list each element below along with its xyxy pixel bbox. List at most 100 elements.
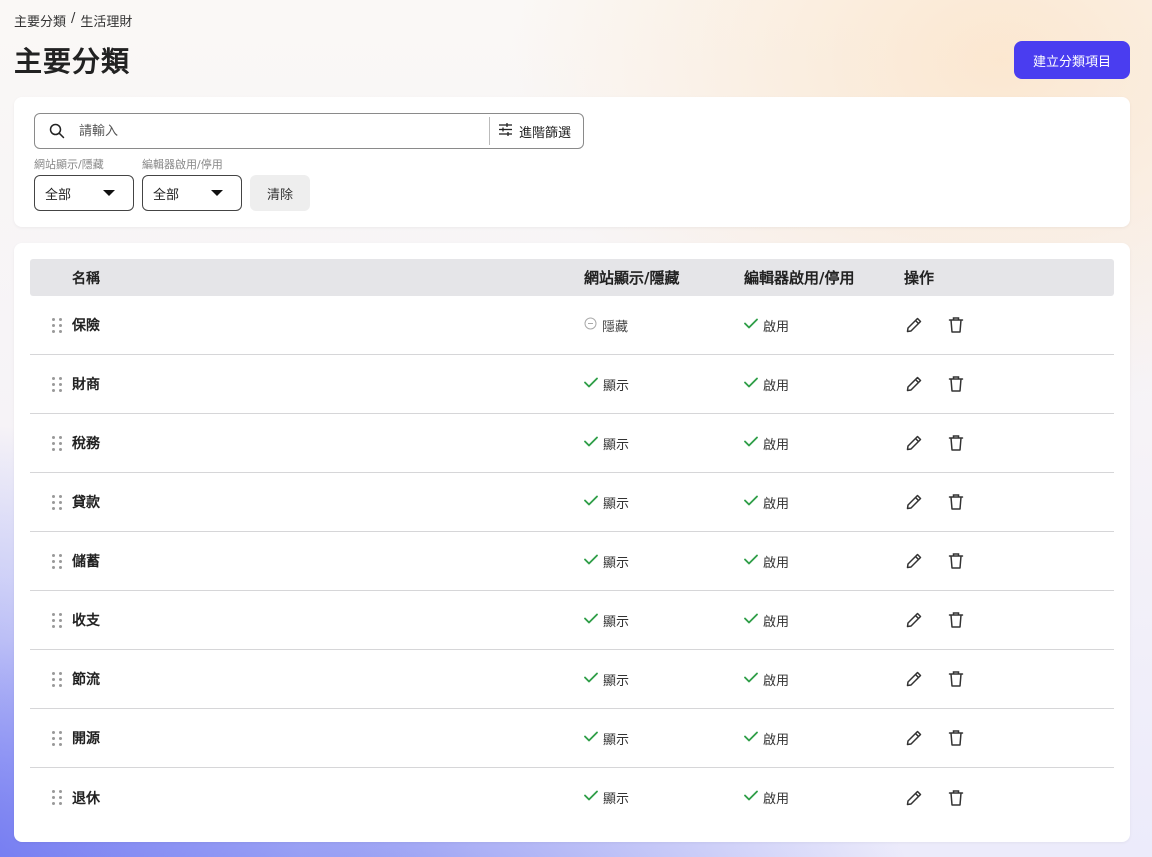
- editor-status-text: 啟用: [763, 614, 790, 630]
- drag-handle-icon[interactable]: [30, 730, 72, 746]
- category-name: 退休: [72, 790, 100, 807]
- breadcrumb-current: 生活理財: [80, 15, 133, 30]
- edit-pencil-icon[interactable]: [904, 374, 924, 394]
- category-name: 稅務: [72, 436, 100, 452]
- editor-status: 啟用: [744, 552, 904, 571]
- editor-status-text: 啟用: [763, 378, 790, 394]
- delete-trash-icon[interactable]: [946, 610, 966, 630]
- delete-trash-icon[interactable]: [946, 788, 966, 808]
- table-row: 收支 顯示 啟用: [30, 591, 1114, 650]
- delete-trash-icon[interactable]: [946, 728, 966, 748]
- visibility-status-text: 顯示: [603, 732, 630, 748]
- visibility-select[interactable]: 全部: [34, 175, 134, 211]
- table-header: 名稱 網站顯示/隱藏 編輯器啟用/停用 操作: [30, 259, 1114, 296]
- visibility-status-text: 顯示: [603, 496, 630, 512]
- visibility-status: 顯示: [584, 670, 744, 689]
- page-title: 主要分類: [14, 45, 131, 78]
- category-name: 收支: [72, 613, 100, 629]
- filter-panel: 進階篩選 網站顯示/隱藏 全部 編輯器啟用/停用 全部 清除: [14, 97, 1130, 227]
- table-row: 開源 顯示 啟用: [30, 709, 1114, 768]
- table-row: 節流 顯示 啟用: [30, 650, 1114, 709]
- visibility-status: 顯示: [584, 788, 744, 807]
- editor-status-text: 啟用: [763, 319, 790, 335]
- table-row: 財商 顯示 啟用: [30, 355, 1114, 414]
- editor-status: 啟用: [744, 670, 904, 689]
- row-actions: [904, 374, 966, 394]
- visibility-select-value: 全部: [45, 187, 72, 203]
- editor-status: 啟用: [744, 316, 904, 335]
- clear-filters-button[interactable]: 清除: [250, 175, 310, 211]
- check-icon: [584, 554, 598, 569]
- drag-handle-icon[interactable]: [30, 612, 72, 628]
- drag-handle-icon[interactable]: [30, 435, 72, 451]
- editor-status-text: 啟用: [763, 732, 790, 748]
- header-visibility: 網站顯示/隱藏: [584, 269, 680, 287]
- edit-pencil-icon[interactable]: [904, 551, 924, 571]
- delete-trash-icon[interactable]: [946, 374, 966, 394]
- visibility-status: 顯示: [584, 493, 744, 512]
- editor-select-value: 全部: [153, 187, 180, 203]
- editor-status: 啟用: [744, 434, 904, 453]
- visibility-status-text: 顯示: [603, 555, 630, 571]
- drag-handle-icon[interactable]: [30, 671, 72, 687]
- edit-pencil-icon[interactable]: [904, 315, 924, 335]
- drag-handle-icon[interactable]: [30, 553, 72, 569]
- edit-pencil-icon[interactable]: [904, 728, 924, 748]
- delete-trash-icon[interactable]: [946, 551, 966, 571]
- check-icon: [584, 613, 598, 628]
- check-icon: [584, 377, 598, 392]
- hidden-circle-icon: [584, 317, 597, 334]
- table-row: 稅務 顯示 啟用: [30, 414, 1114, 473]
- create-category-button[interactable]: 建立分類項目: [1014, 41, 1130, 79]
- drag-handle-icon[interactable]: [30, 376, 72, 392]
- edit-pencil-icon[interactable]: [904, 610, 924, 630]
- check-icon: [584, 731, 598, 746]
- sliders-icon: [498, 122, 513, 140]
- edit-pencil-icon[interactable]: [904, 492, 924, 512]
- check-icon: [744, 436, 758, 451]
- breadcrumb-parent-link[interactable]: 主要分類: [14, 11, 66, 30]
- check-icon: [584, 672, 598, 687]
- check-icon: [584, 495, 598, 510]
- delete-trash-icon[interactable]: [946, 492, 966, 512]
- edit-pencil-icon[interactable]: [904, 669, 924, 689]
- row-actions: [904, 315, 966, 335]
- header-actions: 操作: [904, 269, 935, 287]
- category-name: 保險: [72, 318, 100, 334]
- check-icon: [584, 790, 598, 805]
- editor-status-text: 啟用: [763, 437, 790, 453]
- editor-status-text: 啟用: [763, 792, 790, 807]
- visibility-status-text: 顯示: [603, 792, 630, 807]
- delete-trash-icon[interactable]: [946, 669, 966, 689]
- drag-handle-icon[interactable]: [30, 317, 72, 333]
- visibility-status: 隱藏: [584, 316, 744, 335]
- editor-status: 啟用: [744, 611, 904, 630]
- search-input[interactable]: [79, 114, 489, 148]
- delete-trash-icon[interactable]: [946, 433, 966, 453]
- edit-pencil-icon[interactable]: [904, 788, 924, 808]
- category-name: 開源: [72, 731, 100, 747]
- check-icon: [584, 436, 598, 451]
- check-icon: [744, 672, 758, 687]
- row-actions: [904, 551, 966, 571]
- check-icon: [744, 318, 758, 333]
- drag-handle-icon[interactable]: [30, 790, 72, 805]
- category-name: 儲蓄: [72, 554, 100, 570]
- editor-status: 啟用: [744, 788, 904, 807]
- edit-pencil-icon[interactable]: [904, 433, 924, 453]
- delete-trash-icon[interactable]: [946, 315, 966, 335]
- check-icon: [744, 790, 758, 805]
- visibility-filter: 網站顯示/隱藏 全部: [34, 157, 134, 211]
- table-row: 保險 隱藏 啟用: [30, 296, 1114, 355]
- drag-handle-icon[interactable]: [30, 494, 72, 510]
- table-body: 保險 隱藏 啟用 財商 顯示 啟用 稅務 顯示 啟用 貸款 顯示 啟用 儲蓄 顯…: [30, 296, 1114, 827]
- editor-status: 啟用: [744, 729, 904, 748]
- category-name: 財商: [72, 377, 100, 393]
- visibility-status: 顯示: [584, 552, 744, 571]
- advanced-filter-button[interactable]: 進階篩選: [488, 117, 583, 145]
- editor-select[interactable]: 全部: [142, 175, 242, 211]
- check-icon: [744, 377, 758, 392]
- editor-filter-label: 編輯器啟用/停用: [142, 158, 223, 171]
- visibility-status-text: 顯示: [603, 614, 630, 630]
- table-row: 貸款 顯示 啟用: [30, 473, 1114, 532]
